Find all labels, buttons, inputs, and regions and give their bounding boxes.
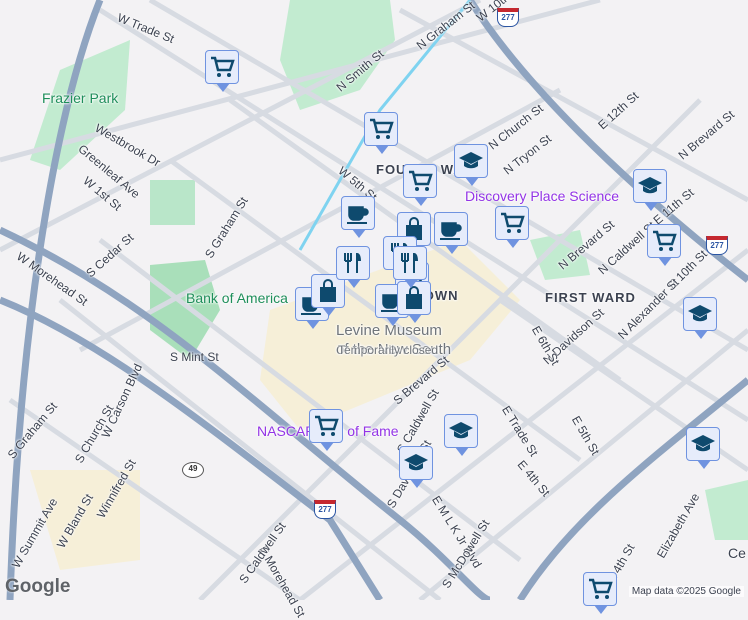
cafe-marker[interactable] [341,196,375,238]
poi-status: Temporarily closed [338,343,439,357]
shopping-cart-icon [211,56,235,77]
google-logo: Google [5,576,71,597]
coffee-cup-icon [440,222,462,240]
coffee-cup-icon [347,206,369,224]
poi-label[interactable]: Bank of America [186,290,288,306]
shopping-cart-icon [409,170,433,191]
shopping-bag-icon [320,279,336,302]
shopping-cart-icon [653,230,677,251]
school-marker[interactable] [444,414,478,456]
shopping-bag-icon [406,286,422,309]
school-marker[interactable] [399,446,433,488]
shopping-cart-icon [315,415,339,436]
school-marker[interactable] [686,427,720,469]
poi-label[interactable]: Discovery Place Science [465,188,619,204]
state-route-shield: 49 [182,462,204,478]
restaurant-marker[interactable] [336,246,370,288]
graduation-cap-icon [449,422,473,439]
shopping-cart-icon [501,212,525,233]
fork-knife-icon [401,253,418,273]
graduation-cap-icon [688,305,712,322]
district-label: FIRST WARD [545,290,636,305]
cafe-marker[interactable] [434,212,468,254]
store-marker[interactable] [364,112,398,154]
graduation-cap-icon [404,454,428,471]
store-marker[interactable] [205,50,239,92]
store-marker[interactable] [647,224,681,266]
school-marker[interactable] [683,297,717,339]
store-marker[interactable] [403,164,437,206]
poi-label[interactable]: Ce [728,545,746,561]
graduation-cap-icon [691,435,715,452]
street-label: S Mint St [170,350,219,364]
graduation-cap-icon [459,152,483,169]
store-marker[interactable] [309,409,343,451]
store-marker[interactable] [583,572,617,614]
store-marker[interactable] [495,206,529,248]
map-attribution[interactable]: Map data ©2025 Google [628,586,744,597]
shopping-cart-icon [589,578,613,599]
school-marker[interactable] [454,144,488,186]
restaurant-marker[interactable] [393,246,427,288]
interstate-shield: 277 [706,236,728,255]
interstate-shield: 277 [314,500,336,519]
interstate-shield: 277 [497,8,519,27]
fork-knife-icon [344,253,361,273]
graduation-cap-icon [638,177,662,194]
school-marker[interactable] [633,169,667,211]
park-label[interactable]: Frazier Park [42,90,118,106]
shopping-cart-icon [370,118,394,139]
